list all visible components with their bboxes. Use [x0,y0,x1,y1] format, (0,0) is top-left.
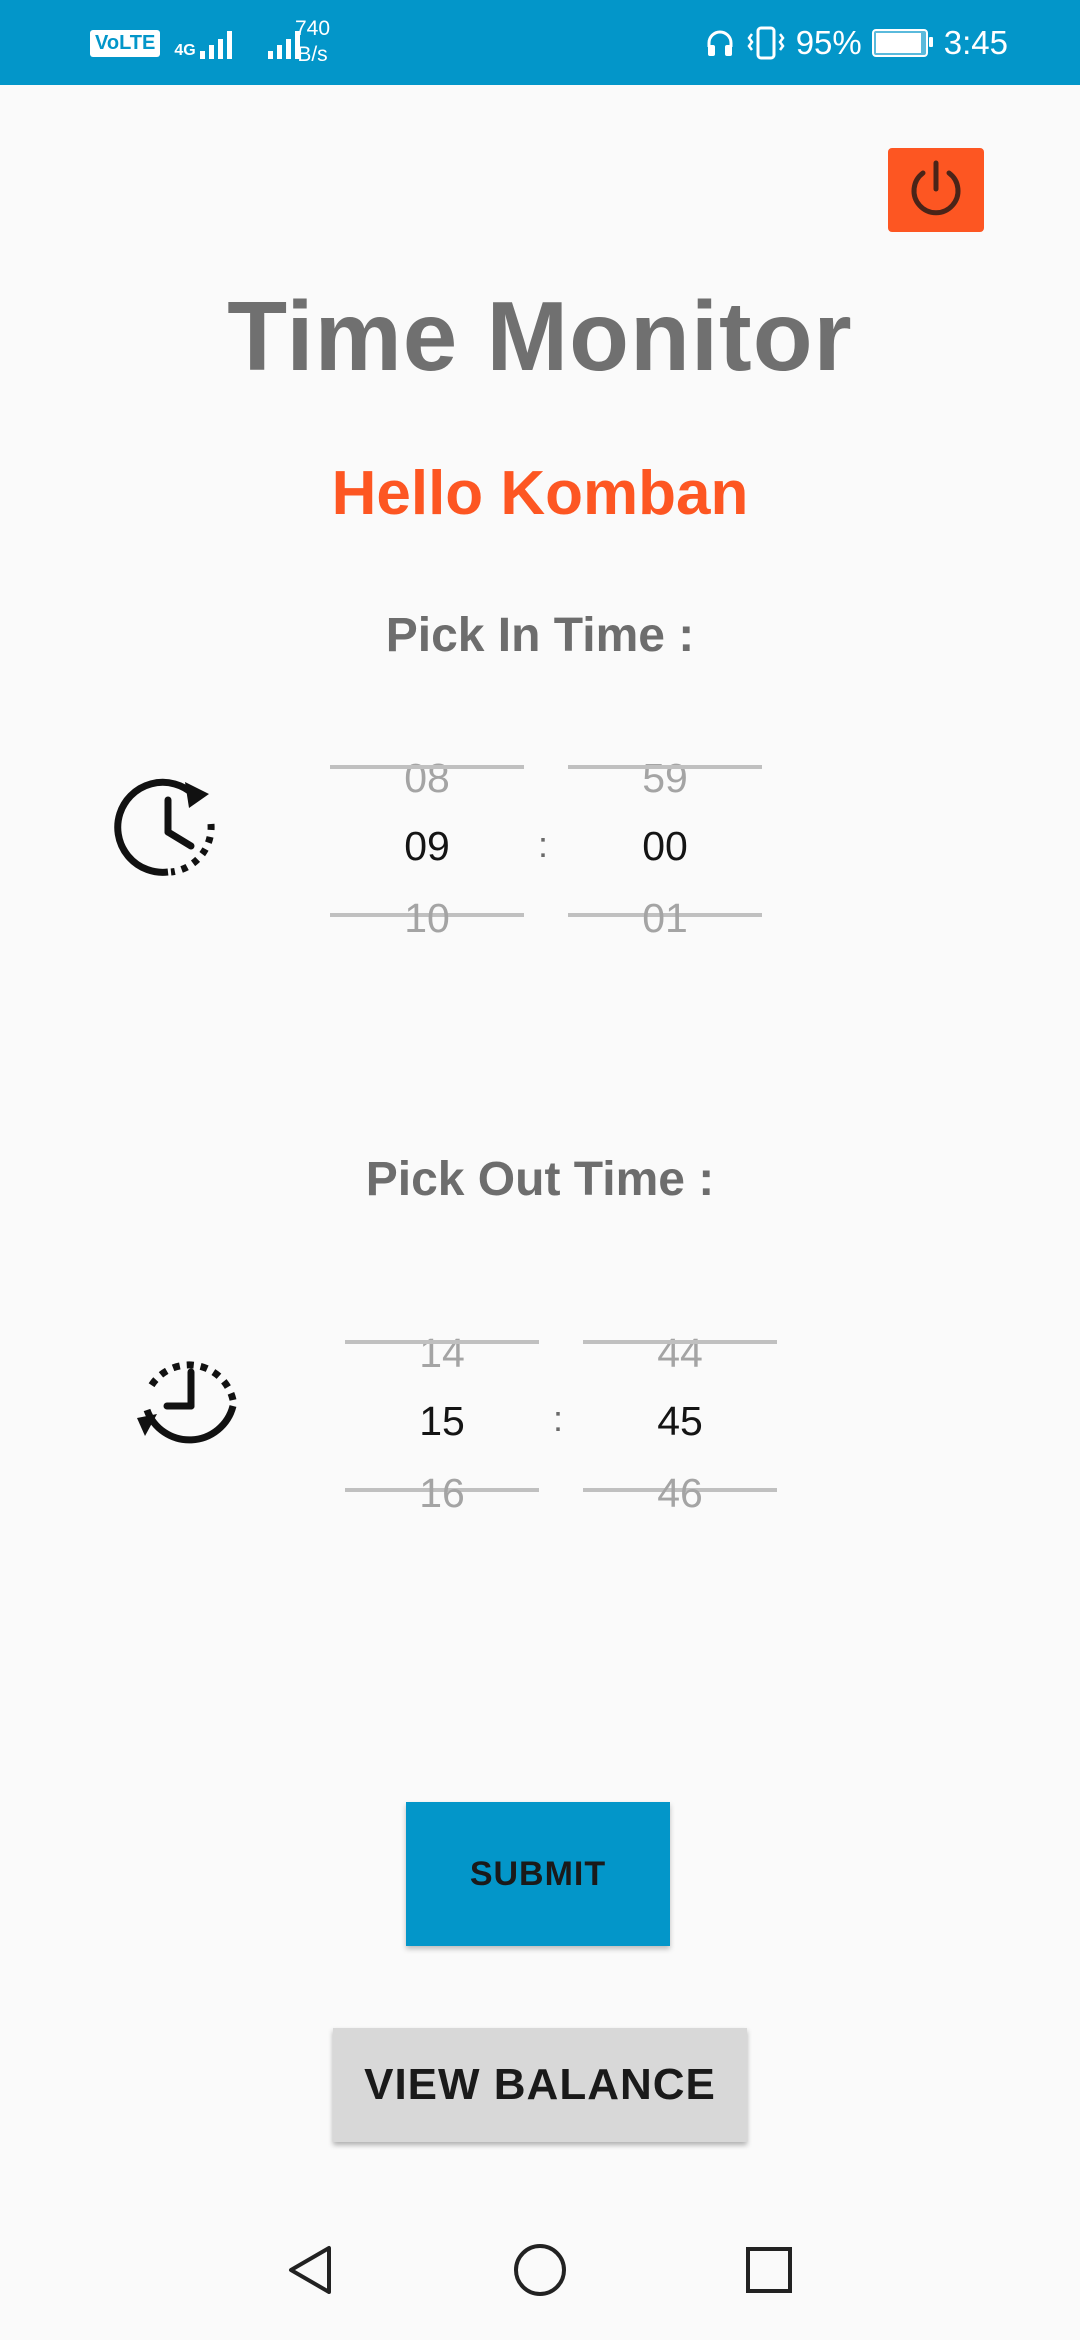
recents-square-icon [746,2247,792,2293]
vibrate-icon [747,26,785,60]
out-hour-prev[interactable]: 14 [345,1330,539,1377]
battery-percent: 95% [795,24,862,61]
in-minute-picker[interactable]: 59 00 01 [568,745,768,945]
battery-fill [875,33,922,53]
volte-badge: VoLTE [90,29,161,57]
clock-backward-icon [137,1361,237,1444]
greeting-text: Hello Komban [331,459,749,528]
status-bar-left: VoLTE 4G [90,18,308,68]
signal-bars-icon [199,31,232,59]
network-type-label: 4G [174,42,196,59]
app-title: Time Monitor [227,281,853,391]
nav-home-button[interactable] [505,2235,575,2305]
in-hour-current[interactable]: 09 [330,823,524,870]
in-hour-next[interactable]: 10 [330,895,524,942]
out-time-separator: : [553,1398,564,1439]
signal-4g-indicator: 4G [174,27,239,59]
in-hour-picker[interactable]: 08 09 10 [330,745,530,945]
status-bar-right: 95% 3:45 [704,18,1008,68]
out-time-label: Pick Out Time : [365,1153,715,1206]
clock-forward-icon [114,778,215,876]
view-balance-button[interactable]: VIEW BALANCE [333,2028,747,2142]
out-minute-prev[interactable]: 44 [583,1330,777,1377]
power-icon [911,160,961,216]
headphones-icon [707,30,733,56]
in-time-separator: : [538,824,549,865]
back-triangle-icon [289,2246,331,2294]
net-speed-unit: B/s [297,43,328,66]
status-time: 3:45 [943,24,1008,61]
out-hour-picker[interactable]: 14 15 16 [345,1320,545,1520]
nav-back-button[interactable] [275,2235,345,2305]
picker-divider [568,765,762,769]
picker-divider [330,765,524,769]
out-minute-current[interactable]: 45 [583,1398,777,1445]
out-minute-picker[interactable]: 44 45 46 [583,1320,783,1520]
picker-divider [583,1340,777,1344]
power-button[interactable] [888,148,984,232]
status-bar: VoLTE 4G 740 B/s 95% 3:45 [0,0,1080,85]
in-minute-current[interactable]: 00 [568,823,762,870]
in-hour-prev[interactable]: 08 [330,755,524,802]
submit-button[interactable]: SUBMIT [406,1802,670,1946]
net-speed-value: 740 [295,17,331,40]
out-hour-next[interactable]: 16 [345,1470,539,1517]
in-minute-prev[interactable]: 59 [568,755,762,802]
home-circle-icon [514,2244,566,2296]
net-speed: 740 B/s [295,16,330,68]
navigation-bar [0,2205,1080,2340]
battery-icon [871,29,933,57]
picker-divider [345,1340,539,1344]
in-time-label: Pick In Time : [385,609,695,662]
in-minute-next[interactable]: 01 [568,895,762,942]
out-hour-current[interactable]: 15 [345,1398,539,1445]
nav-recents-button[interactable] [734,2235,804,2305]
out-minute-next[interactable]: 46 [583,1470,777,1517]
